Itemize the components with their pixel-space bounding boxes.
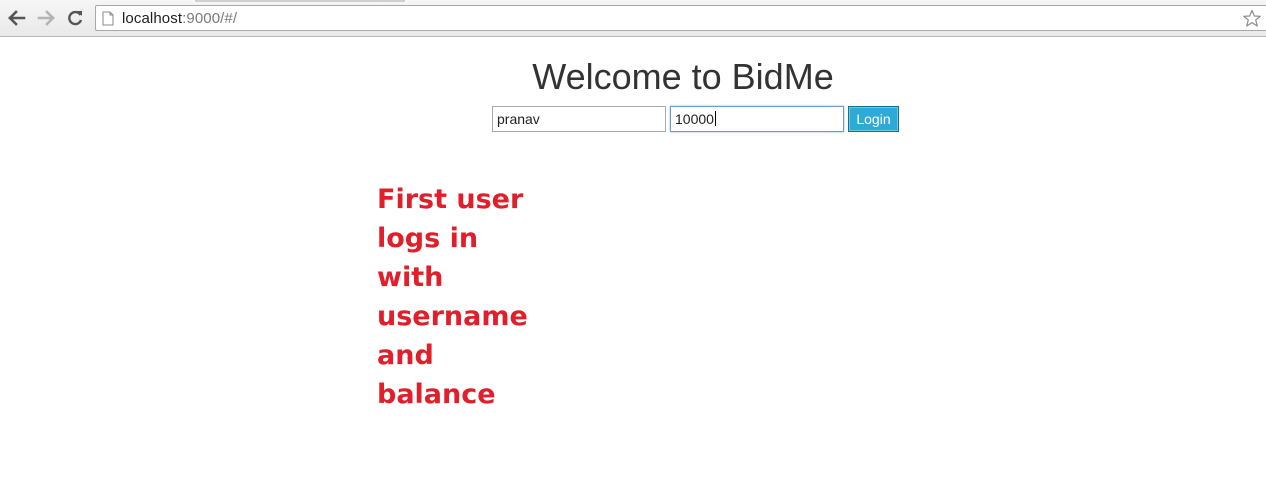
annotation-note: First user logs in with username and bal… [377,184,528,410]
bookmark-star-icon[interactable] [1242,9,1262,33]
forward-button[interactable] [35,7,57,29]
page-title: Welcome to BidMe [532,56,834,97]
username-value: pranav [497,111,540,127]
reload-icon [68,10,83,26]
forward-arrow-icon [37,10,55,26]
back-button[interactable] [6,7,28,29]
url-path: :9000/#/ [182,9,238,27]
browser-toolbar: localhost:9000/#/ [0,0,1266,37]
url-host: localhost [122,9,183,27]
login-button[interactable]: Login [848,106,899,132]
back-arrow-icon [8,10,26,26]
text-cursor [714,111,716,126]
url-text: localhost:9000/#/ [122,10,237,27]
page-icon [102,11,114,26]
reload-button[interactable] [64,7,86,29]
balance-value: 10000 [675,111,714,127]
tab-strip-edge [195,0,405,2]
balance-input[interactable]: 10000 [670,106,844,132]
username-input[interactable]: pranav [492,106,666,132]
address-bar[interactable]: localhost:9000/#/ [95,5,1266,31]
